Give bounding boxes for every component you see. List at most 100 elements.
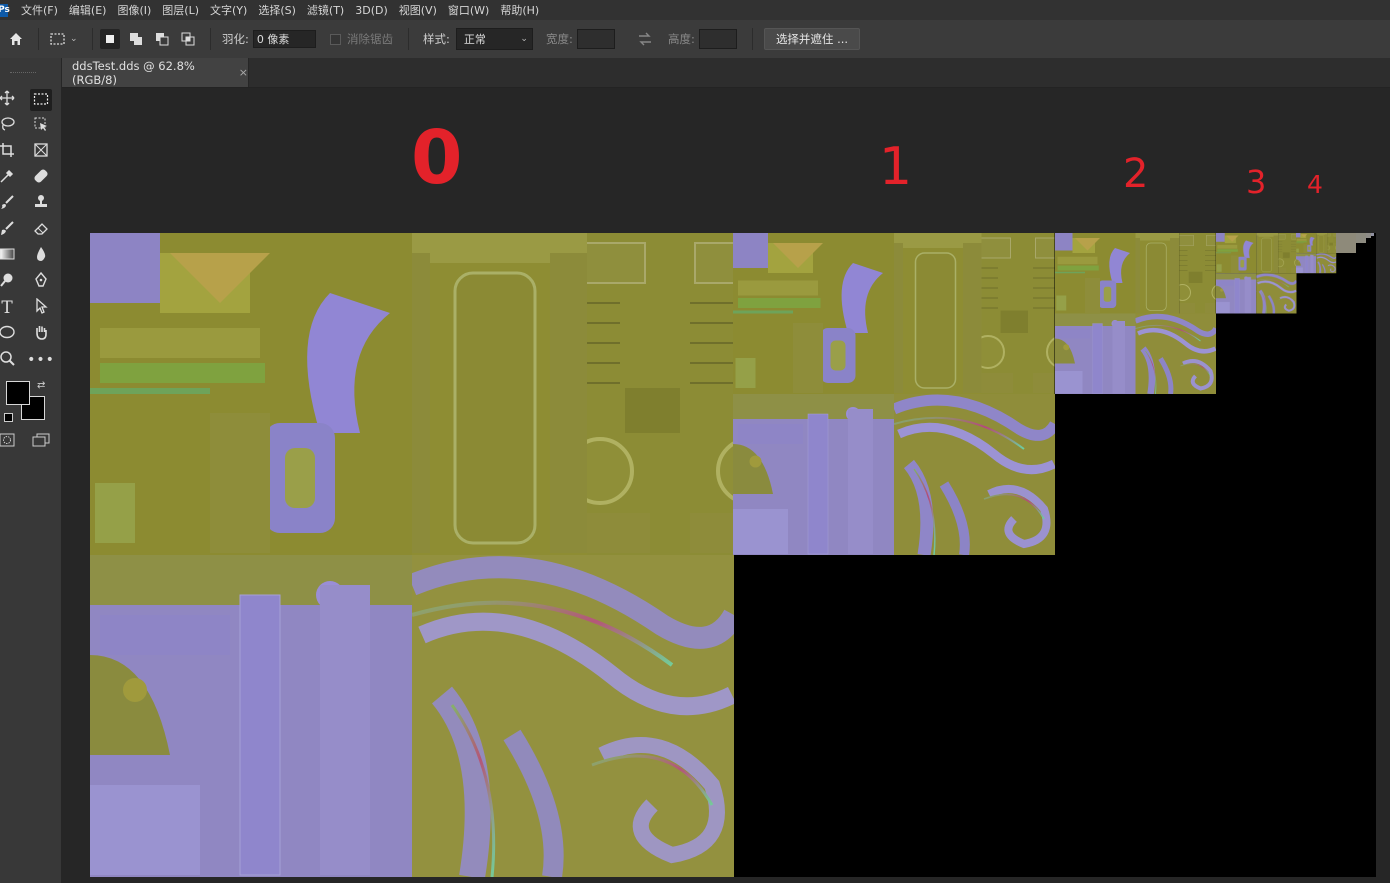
clone-stamp-tool[interactable] — [30, 193, 52, 215]
swap-icon — [635, 29, 655, 49]
menu-filter[interactable]: 滤镜(T) — [307, 2, 344, 18]
menu-select[interactable]: 选择(S) — [258, 2, 296, 18]
swap-colors-button[interactable]: ⇄ — [37, 380, 45, 391]
brush-icon — [0, 194, 15, 214]
brush-tool[interactable] — [0, 193, 18, 215]
menu-window[interactable]: 窗口(W) — [448, 2, 489, 18]
mip-level-4 — [1296, 233, 1337, 274]
photoshop-logo: Ps — [0, 3, 10, 17]
quick-mask-button[interactable] — [0, 430, 18, 452]
ellipse-tool[interactable] — [0, 323, 18, 345]
lasso-icon — [0, 116, 15, 136]
intersect-selection-button[interactable] — [178, 29, 198, 49]
options-bar: ⌄ 羽化: 0 像素 消除锯齿 样式: 正常 ⌄ 宽度: 高度: 选择并遮住 .… — [0, 20, 1390, 59]
antialias-checkbox[interactable] — [330, 33, 341, 45]
gradient-tool[interactable] — [0, 245, 18, 267]
zoom-icon — [0, 350, 15, 370]
mip-levels-tail — [1336, 233, 1374, 253]
frame-icon — [33, 142, 49, 162]
lasso-tool[interactable] — [0, 115, 18, 137]
style-group: 样式: 正常 ⌄ — [423, 20, 533, 58]
width-input[interactable] — [576, 29, 615, 49]
style-select[interactable]: 正常 ⌄ — [455, 28, 533, 50]
mip-level-label-2: 2 — [1123, 151, 1149, 197]
more-tools-button[interactable]: ••• — [27, 349, 55, 371]
rect-marquee-icon — [33, 91, 49, 110]
droplet-icon — [33, 246, 49, 266]
home-button[interactable] — [6, 20, 26, 58]
mipmap-atlas-image — [90, 233, 1374, 877]
blur-tool[interactable] — [30, 245, 52, 267]
menu-image[interactable]: 图像(I) — [117, 2, 151, 18]
stamp-icon — [33, 194, 49, 214]
chevron-down-icon: ⌄ — [520, 34, 528, 44]
object-select-icon — [33, 116, 49, 136]
height-input[interactable] — [698, 29, 737, 49]
home-icon — [6, 29, 26, 49]
style-value: 正常 — [463, 33, 486, 46]
crop-tool[interactable] — [0, 141, 18, 163]
menu-3d[interactable]: 3D(D) — [355, 4, 388, 17]
menu-type[interactable]: 文字(Y) — [210, 2, 247, 18]
width-group: 宽度: — [546, 20, 615, 58]
chevron-down-icon: ⌄ — [70, 34, 78, 44]
mip-level-2 — [1055, 233, 1216, 394]
menu-view[interactable]: 视图(V) — [399, 2, 437, 18]
feather-input[interactable]: 0 像素 — [252, 30, 316, 48]
move-tool[interactable] — [0, 89, 18, 111]
zoom-tool[interactable] — [0, 349, 18, 371]
healing-brush-tool[interactable] — [30, 167, 52, 189]
menu-edit[interactable]: 编辑(E) — [69, 2, 107, 18]
swap-dimensions-button[interactable] — [635, 20, 655, 58]
tool-preset-picker[interactable]: ⌄ — [48, 20, 78, 58]
hand-icon — [33, 324, 49, 344]
screen-mode-icon — [32, 432, 50, 451]
rect-marquee-tool[interactable] — [30, 89, 52, 111]
path-select-tool[interactable] — [30, 297, 52, 319]
frame-tool[interactable] — [30, 141, 52, 163]
menu-layer[interactable]: 图层(L) — [162, 2, 199, 18]
eraser-tool[interactable] — [30, 219, 52, 241]
history-brush-tool[interactable] — [0, 219, 18, 241]
object-select-tool[interactable] — [30, 115, 52, 137]
select-mask-group: 选择并遮住 ... — [764, 20, 860, 58]
antialias-group: 消除锯齿 — [330, 20, 393, 58]
select-and-mask-button[interactable]: 选择并遮住 ... — [764, 28, 860, 50]
document-tab-title: ddsTest.dds @ 62.8%(RGB/8) — [72, 58, 195, 87]
hand-tool[interactable] — [30, 323, 52, 345]
eraser-icon — [33, 220, 49, 240]
eyedropper-tool[interactable] — [0, 167, 18, 189]
feather-group: 羽化: 0 像素 — [222, 20, 316, 58]
type-tool[interactable]: T — [0, 297, 18, 319]
new-selection-button[interactable] — [100, 29, 120, 49]
pen-icon — [33, 271, 49, 292]
mip-level-0 — [90, 233, 734, 877]
document-canvas[interactable] — [90, 233, 1376, 877]
mip-level-3 — [1216, 233, 1297, 314]
gradient-icon — [0, 246, 15, 266]
menu-help[interactable]: 帮助(H) — [500, 2, 539, 18]
add-to-selection-button[interactable] — [126, 29, 146, 49]
ellipse-icon — [0, 324, 15, 344]
menu-file[interactable]: 文件(F) — [21, 2, 58, 18]
width-label: 宽度: — [546, 32, 573, 46]
eyedropper-icon — [0, 168, 15, 188]
foreground-color-swatch[interactable] — [6, 381, 30, 405]
close-tab-icon[interactable]: × — [239, 66, 248, 79]
height-group: 高度: — [668, 20, 737, 58]
screen-mode-button[interactable] — [30, 430, 52, 452]
subtract-from-selection-button[interactable] — [152, 29, 172, 49]
document-tab-bar: ddsTest.dds @ 62.8%(RGB/8) × — [62, 58, 1390, 88]
document-tab[interactable]: ddsTest.dds @ 62.8%(RGB/8) × — [62, 58, 249, 87]
quick-mask-icon — [0, 432, 15, 451]
text-tool-icon: T — [1, 298, 13, 318]
mip-level-1 — [733, 233, 1055, 555]
ellipsis-icon: ••• — [27, 352, 55, 368]
feather-label: 羽化: — [222, 32, 249, 46]
mip-level-label-0: 0 — [411, 115, 463, 201]
panel-grip[interactable] — [10, 72, 36, 76]
default-colors-button[interactable] — [4, 413, 13, 422]
selection-mode-group — [100, 20, 198, 58]
pen-tool[interactable] — [30, 271, 52, 293]
dodge-tool[interactable] — [0, 271, 18, 293]
